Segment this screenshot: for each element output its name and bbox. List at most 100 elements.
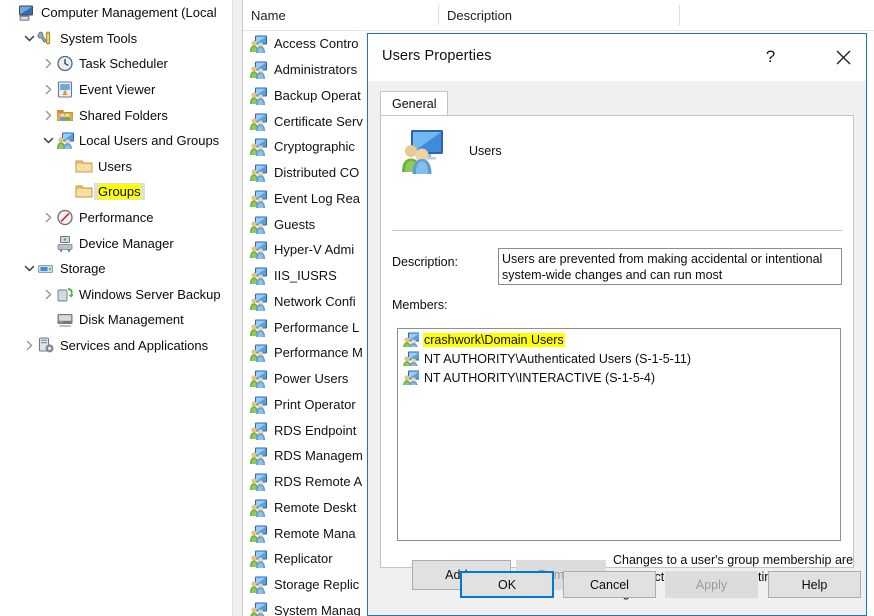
ok-button-label: OK bbox=[497, 577, 517, 592]
ok-button[interactable]: OK bbox=[460, 571, 554, 598]
services-and-applications-icon bbox=[37, 337, 55, 354]
group-name-cell: Print Operator bbox=[274, 396, 356, 412]
tree-item-groups[interactable]: Groups bbox=[0, 179, 232, 205]
tree-item-label: Local Users and Groups bbox=[79, 133, 220, 149]
group-icon bbox=[249, 422, 268, 440]
group-name-cell: Cryptographic bbox=[274, 139, 355, 155]
group-icon bbox=[249, 576, 268, 595]
dialog-body: General Users Description: Users are pre… bbox=[368, 81, 866, 615]
tree-item-windows-server-backup[interactable]: Windows Server Backup bbox=[0, 282, 232, 308]
tree-item-label: Services and Applications bbox=[60, 338, 209, 354]
tree-item-system-tools[interactable]: System Tools bbox=[0, 26, 232, 52]
group-name-cell: Remote Deskt bbox=[274, 499, 357, 515]
help-button[interactable]: Help bbox=[768, 571, 861, 598]
tree-item-local-users-and-groups[interactable]: Local Users and Groups bbox=[0, 128, 232, 154]
column-header-name[interactable]: Name bbox=[243, 0, 439, 30]
chevron-down-icon[interactable] bbox=[40, 133, 56, 149]
group-name-cell: Power Users bbox=[274, 371, 349, 387]
shared-folders-icon bbox=[56, 107, 74, 124]
event-viewer-icon bbox=[56, 81, 74, 98]
group-icon bbox=[249, 293, 268, 311]
close-icon[interactable] bbox=[820, 34, 866, 80]
pane-splitter[interactable] bbox=[232, 0, 243, 616]
tree-item-disk-management[interactable]: Disk Management bbox=[0, 307, 232, 333]
group-icon bbox=[249, 164, 268, 183]
tree-item-users[interactable]: Users bbox=[0, 154, 232, 180]
tree-item-label: Event Viewer bbox=[79, 82, 156, 98]
group-icon bbox=[249, 525, 268, 543]
tab-page-general: Users Description: Users are prevented f… bbox=[380, 115, 854, 600]
tree-item-event-viewer[interactable]: Event Viewer bbox=[0, 77, 232, 103]
tree-item-services-and-applications[interactable]: Services and Applications bbox=[0, 333, 232, 359]
member-list-item[interactable]: crashwork\Domain Users bbox=[398, 330, 840, 349]
tree-item-shared-folders[interactable]: Shared Folders bbox=[0, 102, 232, 128]
member-list-item[interactable]: NT AUTHORITY\Authenticated Users (S-1-5-… bbox=[398, 349, 840, 368]
group-name-cell: Replicator bbox=[274, 551, 333, 567]
group-name-cell: Performance M bbox=[274, 345, 363, 361]
members-label: Members: bbox=[392, 298, 448, 312]
help-question-icon[interactable]: ? bbox=[748, 34, 793, 80]
cancel-button-label: Cancel bbox=[590, 577, 629, 592]
cancel-button[interactable]: Cancel bbox=[563, 571, 656, 598]
group-name-cell: Guests bbox=[274, 216, 316, 232]
windows-server-backup-icon bbox=[56, 286, 74, 303]
tree-item-label: Users bbox=[98, 158, 132, 174]
group-name-cell: Backup Operat bbox=[274, 87, 361, 103]
group-icon bbox=[249, 138, 268, 157]
folder-icon bbox=[75, 158, 93, 175]
tree-item-label: System Tools bbox=[60, 30, 138, 46]
console-tree-pane[interactable]: Computer Management (Local System Tools Ta… bbox=[0, 0, 232, 616]
storage-icon bbox=[37, 260, 55, 277]
column-header-name-label: Name bbox=[251, 7, 286, 23]
folder-icon bbox=[75, 183, 93, 200]
tree-item-label: Storage bbox=[60, 261, 106, 277]
tree-item-performance[interactable]: Performance bbox=[0, 205, 232, 231]
tree-item-label: Disk Management bbox=[79, 312, 184, 328]
group-icon bbox=[249, 319, 268, 337]
tree-item-device-manager[interactable]: Device Manager bbox=[0, 230, 232, 256]
tab-general-label: General bbox=[392, 97, 437, 111]
group-icon bbox=[249, 447, 268, 466]
tab-general[interactable]: General bbox=[380, 91, 449, 116]
chevron-right-icon[interactable] bbox=[40, 107, 56, 123]
list-column-header[interactable]: Name Description bbox=[243, 0, 874, 31]
group-icon bbox=[249, 113, 268, 131]
description-field[interactable]: Users are prevented from making accident… bbox=[498, 248, 842, 285]
chevron-right-icon[interactable] bbox=[40, 82, 56, 98]
chevron-right-icon[interactable] bbox=[21, 338, 37, 354]
group-large-icon bbox=[397, 128, 445, 174]
group-name-cell: RDS Managem bbox=[274, 448, 363, 464]
members-list[interactable]: crashwork\Domain Users NT AUTHORITY\Authe… bbox=[397, 328, 841, 541]
chevron-right-icon[interactable] bbox=[40, 56, 56, 72]
help-button-label: Help bbox=[801, 577, 828, 592]
group-icon bbox=[249, 499, 268, 517]
chevron-down-icon[interactable] bbox=[21, 30, 37, 46]
disk-management-icon bbox=[56, 311, 74, 328]
member-name: crashwork\Domain Users bbox=[423, 332, 565, 347]
chevron-right-icon[interactable] bbox=[40, 210, 56, 226]
group-name-cell: Access Contro bbox=[274, 36, 359, 52]
device-manager-icon bbox=[56, 235, 74, 252]
section-divider bbox=[392, 230, 843, 231]
tree-item-label: Groups bbox=[94, 183, 145, 201]
tree-item-task-scheduler[interactable]: Task Scheduler bbox=[0, 51, 232, 77]
tree-item-storage[interactable]: Storage bbox=[0, 256, 232, 282]
group-icon bbox=[402, 370, 419, 385]
group-name-cell: Hyper-V Admi bbox=[274, 242, 355, 258]
dialog-title-bar[interactable]: Users Properties ? bbox=[368, 34, 866, 81]
member-list-item[interactable]: NT AUTHORITY\INTERACTIVE (S-1-5-4) bbox=[398, 368, 840, 387]
chevron-right-icon[interactable] bbox=[40, 286, 56, 302]
group-name-cell: Network Confi bbox=[274, 293, 356, 309]
tree-item-computer-management-local[interactable]: Computer Management (Local bbox=[0, 0, 232, 26]
chevron-down-icon[interactable] bbox=[21, 261, 37, 277]
group-name-cell: Certificate Serv bbox=[274, 113, 363, 129]
member-name: NT AUTHORITY\INTERACTIVE (S-1-5-4) bbox=[424, 370, 656, 385]
task-scheduler-icon bbox=[56, 55, 74, 72]
tab-strip: General bbox=[380, 91, 854, 116]
group-icon bbox=[249, 241, 268, 260]
column-header-description[interactable]: Description bbox=[439, 0, 680, 30]
